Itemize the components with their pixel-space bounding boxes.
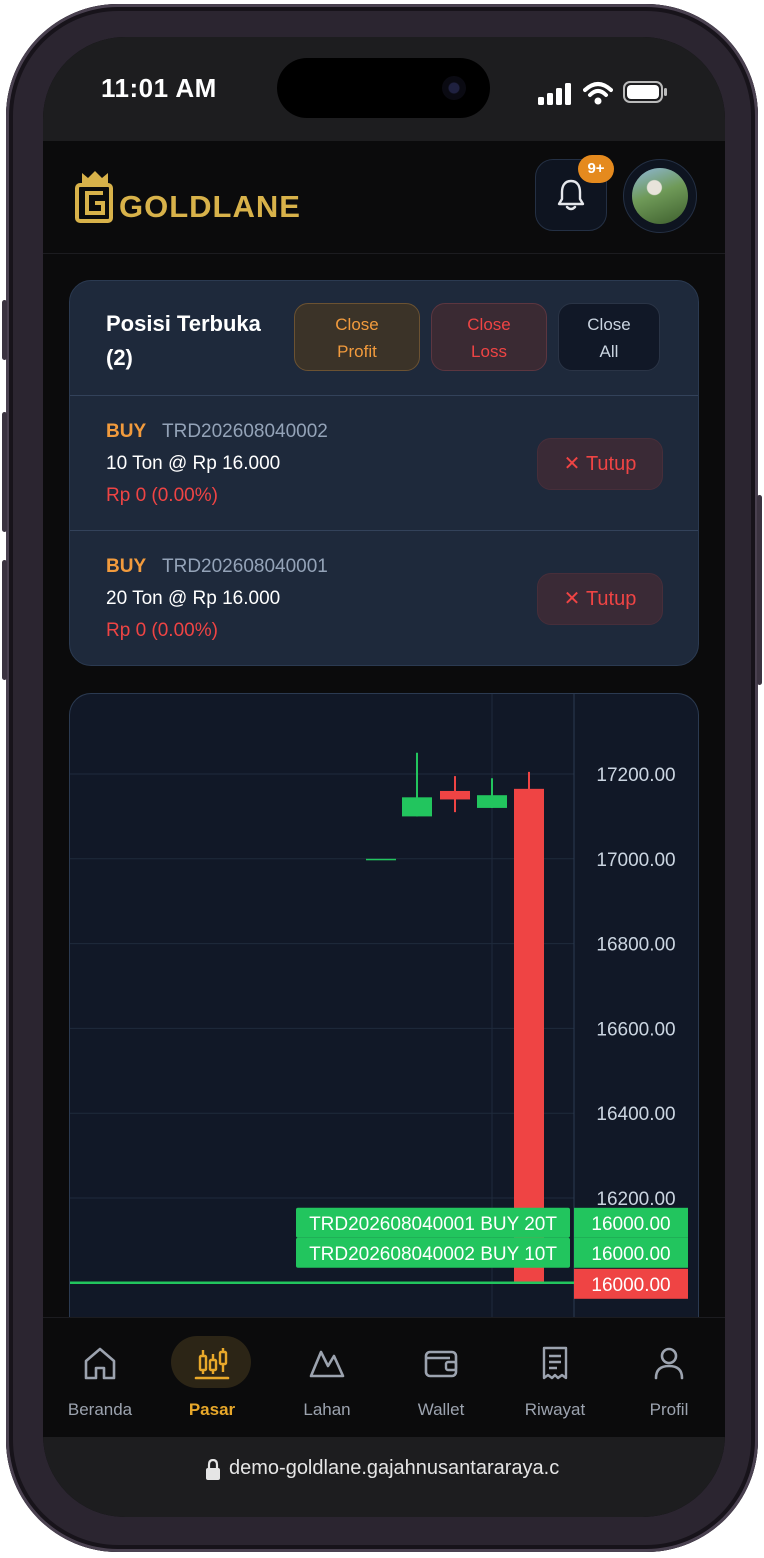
current-price-value: 16000.00: [591, 1275, 670, 1296]
volume-down-button: [2, 560, 7, 680]
mountain-icon: [309, 1350, 345, 1378]
nav-label: Lahan: [303, 1400, 351, 1419]
position-pnl: Rp 0 (0.00%): [106, 620, 218, 641]
price-axis-value: 16000.00: [591, 1214, 670, 1235]
candle-body[interactable]: [477, 795, 507, 808]
lock-icon: [206, 1459, 220, 1480]
y-tick-label: 17200.00: [596, 765, 675, 786]
position-side: BUY: [106, 556, 147, 577]
nav-lahan[interactable]: Lahan: [270, 1318, 384, 1438]
nav-label: Pasar: [188, 1400, 236, 1419]
bell-icon: [557, 179, 585, 211]
url-text[interactable]: demo-goldlane.gajahnusantararaya.c: [229, 1457, 559, 1480]
candle-body[interactable]: [440, 790, 470, 800]
app-header: GOLDLANE 9+: [43, 141, 725, 254]
nav-wallet[interactable]: Wallet: [384, 1318, 498, 1438]
y-tick-label: 16200.00: [596, 1189, 675, 1210]
status-time: 11:01 AM: [101, 73, 217, 103]
position-row: BUY TRD202608040002 10 Ton @ Rp 16.000 R…: [70, 396, 698, 530]
wallet-icon: [424, 1350, 458, 1378]
nav-label: Profil: [649, 1400, 689, 1419]
close-position-button[interactable]: ✕ Tutup: [537, 438, 663, 490]
notification-badge: 9+: [578, 155, 614, 183]
position-side: BUY: [106, 421, 147, 442]
avatar[interactable]: [623, 159, 697, 233]
position-trade-id: TRD202608040001: [162, 556, 328, 577]
screen: 11:01 AM GOLDLANE 9+ Posisi Terbuka (2) …: [43, 37, 725, 1517]
user-icon: [654, 1347, 684, 1380]
position-detail: 10 Ton @ Rp 16.000: [106, 453, 281, 474]
position-row: BUY TRD202608040001 20 Ton @ Rp 16.000 R…: [70, 531, 698, 665]
brand-name[interactable]: GOLDLANE: [119, 189, 301, 225]
open-positions-title: Posisi Terbuka (2): [106, 311, 261, 370]
nav-label: Riwayat: [524, 1400, 586, 1419]
volume-up-button: [2, 412, 7, 532]
receipt-icon: [542, 1346, 568, 1380]
dynamic-island: [277, 58, 490, 118]
power-button: [757, 495, 762, 685]
position-trade-id: TRD202608040002: [162, 421, 328, 442]
y-tick-label: 16800.00: [596, 935, 675, 956]
nav-beranda[interactable]: Beranda: [43, 1318, 157, 1438]
candles-icon: [194, 1348, 230, 1380]
close-all-button[interactable]: Close All: [558, 303, 660, 371]
position-detail: 20 Ton @ Rp 16.000: [106, 588, 281, 609]
price-chart[interactable]: 17200.00 17000.00 16800.00 16600.00 16400.00…: [69, 693, 699, 1334]
candle-body[interactable]: [366, 858, 396, 861]
home-icon: [84, 1347, 116, 1380]
x-icon: ✕: [563, 588, 581, 610]
goldlane-logo-icon[interactable]: [75, 169, 115, 225]
mute-switch: [2, 300, 7, 360]
candlestick-chart[interactable]: 17200.00 17000.00 16800.00 16600.00 16400.00…: [70, 694, 698, 1334]
avatar-image: [632, 168, 688, 224]
position-pnl: Rp 0 (0.00%): [106, 485, 218, 506]
nav-pasar[interactable]: Pasar: [155, 1318, 269, 1438]
status-bar: 11:01 AM: [43, 37, 725, 141]
nav-label: Wallet: [417, 1400, 465, 1419]
price-axis-value: 16000.00: [591, 1244, 670, 1265]
cellular-signal-icon: [538, 83, 571, 105]
x-icon: ✕: [563, 453, 581, 475]
nav-riwayat[interactable]: Riwayat: [498, 1318, 612, 1438]
y-tick-label: 16400.00: [596, 1104, 675, 1125]
camera-icon: [442, 76, 466, 100]
close-profit-button[interactable]: Close Profit: [294, 303, 420, 371]
candle-body[interactable]: [402, 797, 432, 817]
battery-icon: [623, 81, 667, 103]
price-line-label: TRD202608040001 BUY 20T: [309, 1214, 557, 1235]
wifi-icon: [583, 82, 613, 105]
open-positions-count: (2): [106, 345, 133, 370]
nav-label: Beranda: [67, 1400, 133, 1419]
close-loss-button[interactable]: Close Loss: [431, 303, 547, 371]
y-tick-label: 16600.00: [596, 1019, 675, 1040]
nav-profil[interactable]: Profil: [612, 1318, 725, 1438]
open-positions-card: Posisi Terbuka (2) Close Profit Close Lo…: [69, 280, 699, 666]
bottom-nav: Beranda Pasar Lahan Wallet Riwayat Profi…: [43, 1317, 725, 1438]
browser-url-bar[interactable]: demo-goldlane.gajahnusantararaya.c: [43, 1437, 725, 1517]
price-line-label: TRD202608040002 BUY 10T: [309, 1244, 557, 1265]
close-position-button[interactable]: ✕ Tutup: [537, 573, 663, 625]
y-tick-label: 17000.00: [596, 850, 675, 871]
